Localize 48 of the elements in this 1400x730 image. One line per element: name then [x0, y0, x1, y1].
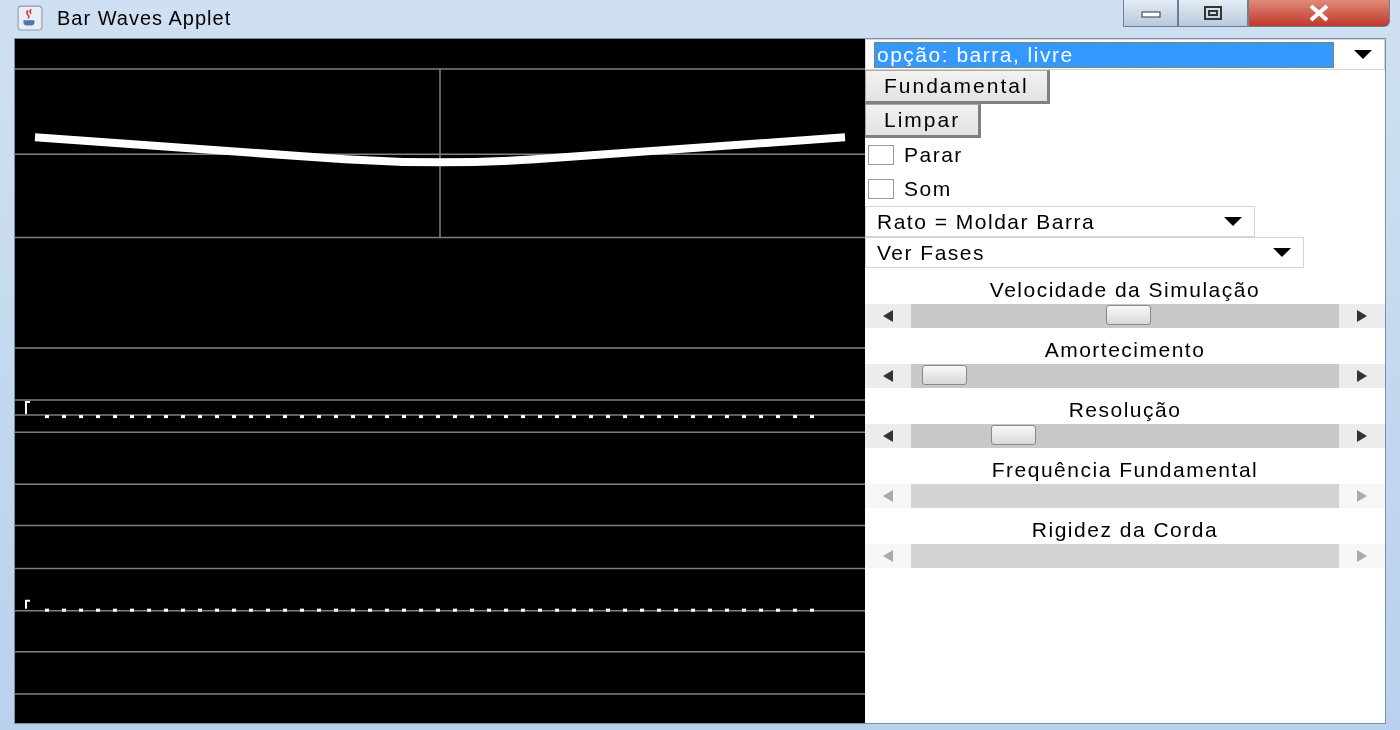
slider-label: Velocidade da Simulação: [989, 277, 1261, 303]
slider-thumb[interactable]: [1106, 305, 1152, 325]
dropdown-value: Ver Fases: [876, 239, 987, 266]
scroll-right-button[interactable]: [1339, 424, 1385, 448]
left-triangle-icon: [883, 310, 893, 322]
caret-icon: [1354, 50, 1372, 59]
dropdown[interactable]: Ver Fases: [865, 237, 1305, 268]
checkbox-label: Som: [904, 177, 952, 201]
scrollbar-slider[interactable]: [865, 424, 1385, 448]
maximize-icon: [1202, 5, 1224, 21]
right-triangle-icon: [1357, 370, 1367, 382]
checkbox[interactable]: [868, 179, 894, 199]
right-triangle-icon: [1357, 550, 1367, 562]
checkbox-label: Parar: [904, 143, 963, 167]
scrollbar-slider[interactable]: [865, 364, 1385, 388]
caret-icon: [1224, 217, 1242, 226]
close-button[interactable]: [1248, 0, 1390, 27]
left-triangle-icon: [883, 430, 893, 442]
right-triangle-icon: [1357, 310, 1367, 322]
dropdown-value: opção: barra, livre: [874, 41, 1334, 68]
dropdown-value: Rato = Moldar Barra: [876, 208, 1097, 235]
slider-label: Resolução: [1068, 397, 1182, 423]
scroll-left-button[interactable]: [865, 424, 911, 448]
checkbox[interactable]: [868, 145, 894, 165]
minimize-button[interactable]: [1123, 0, 1178, 27]
dropdown[interactable]: Rato = Moldar Barra: [865, 206, 1255, 237]
window-title: Bar Waves Applet: [57, 6, 232, 30]
slider-label: Rigidez da Corda: [1031, 517, 1219, 543]
scroll-right-button[interactable]: [1339, 304, 1385, 328]
action-button[interactable]: Limpar: [865, 104, 982, 138]
maximize-button[interactable]: [1178, 0, 1248, 27]
right-triangle-icon: [1357, 490, 1367, 502]
scroll-right-button[interactable]: [1339, 364, 1385, 388]
caret-icon: [1273, 248, 1292, 257]
slider-thumb[interactable]: [922, 365, 968, 385]
scrollbar-slider[interactable]: [865, 304, 1385, 328]
coffee-cup-icon: [17, 5, 43, 31]
slider-label: Frequência Fundamental: [991, 457, 1259, 483]
scroll-left-button[interactable]: [865, 304, 911, 328]
scroll-left-button[interactable]: [865, 364, 911, 388]
left-triangle-icon: [883, 490, 893, 502]
right-triangle-icon: [1357, 430, 1367, 442]
action-button[interactable]: Fundamental: [865, 70, 1050, 104]
slider-thumb[interactable]: [991, 425, 1037, 445]
minimize-icon: [1139, 8, 1162, 18]
slider-label: Amortecimento: [1044, 337, 1206, 363]
left-triangle-icon: [883, 550, 893, 562]
left-triangle-icon: [883, 370, 893, 382]
